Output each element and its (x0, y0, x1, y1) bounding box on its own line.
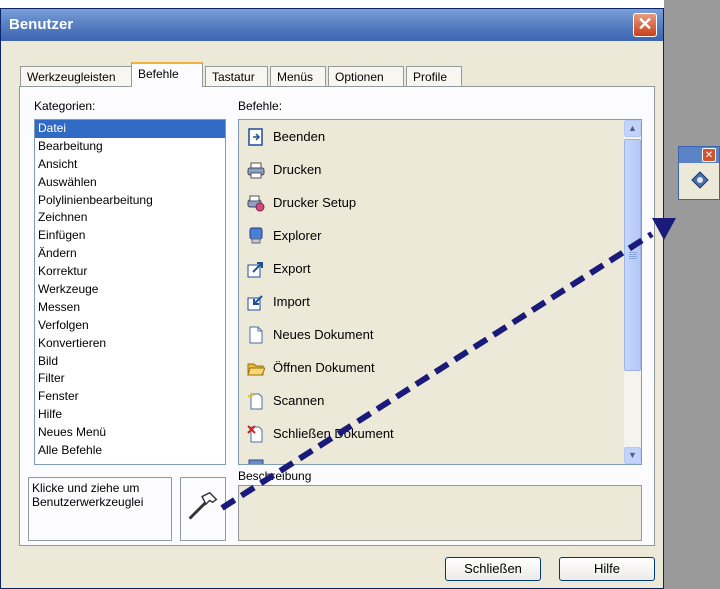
help-button[interactable]: Hilfe (559, 557, 655, 581)
custom-tool-icon[interactable] (689, 169, 711, 191)
import-icon (247, 295, 263, 311)
category-item[interactable]: Hilfe (35, 406, 225, 424)
category-item[interactable]: Zeichnen (35, 209, 225, 227)
floating-toolbar-titlebar[interactable]: ✕ (679, 147, 719, 163)
command-item-drucker-setup[interactable]: Drucker Setup (239, 186, 641, 219)
command-label: Scannen (273, 393, 325, 408)
command-item-export[interactable]: Export (239, 252, 641, 285)
close-button[interactable]: Schließen (445, 557, 541, 581)
command-item-schliessen-dokument[interactable]: Schließen Dokument (239, 417, 641, 450)
dialog-titlebar[interactable]: Benutzer ✕ (1, 9, 663, 41)
dialog-title: Benutzer (9, 16, 74, 33)
category-item[interactable]: Auswählen (35, 174, 225, 192)
command-item-drucken[interactable]: Drucken (239, 153, 641, 186)
category-item[interactable]: Messen (35, 299, 225, 317)
drag-hint-box: Klicke und ziehe um Benutzerwerkzeuglei (28, 477, 172, 541)
close-icon[interactable]: ✕ (633, 13, 657, 37)
description-label: Beschreibung (238, 469, 312, 483)
category-item[interactable]: Einfügen (35, 227, 225, 245)
command-item-beenden[interactable]: Beenden (239, 120, 641, 153)
desktop-background (664, 0, 720, 589)
tab-profile[interactable]: Profile (406, 66, 462, 87)
command-label: Öffnen Dokument (273, 360, 375, 375)
command-item-scannen[interactable]: Scannen (239, 384, 641, 417)
save-icon (248, 459, 264, 464)
floating-toolbar: ✕ (678, 146, 720, 200)
category-item[interactable]: Konvertieren (35, 335, 225, 353)
scan-icon (247, 392, 263, 410)
commands-label: Befehle: (238, 99, 283, 113)
scroll-thumb[interactable] (624, 139, 641, 371)
tab-menues[interactable]: Menüs (270, 66, 326, 87)
close-icon[interactable]: ✕ (702, 148, 716, 162)
category-item[interactable]: Werkzeuge (35, 281, 225, 299)
command-label: Neues Dokument (273, 327, 374, 342)
command-item-neues-dokument[interactable]: Neues Dokument (239, 318, 641, 351)
command-label: Beenden (273, 129, 326, 144)
explorer-icon (249, 227, 263, 244)
category-item[interactable]: Datei (35, 120, 225, 138)
command-label: Drucken (273, 162, 322, 177)
scroll-down-icon[interactable]: ▼ (624, 447, 641, 464)
hammer-icon (188, 491, 218, 520)
category-item[interactable]: Polylinienbearbeitung (35, 192, 225, 210)
category-item[interactable]: Fenster (35, 388, 225, 406)
command-item-explorer[interactable]: Explorer (239, 219, 641, 252)
command-label: Import (273, 294, 310, 309)
category-item[interactable]: Filter (35, 370, 225, 388)
customize-dialog: Benutzer ✕ Werkzeugleisten Befehle Tasta… (0, 8, 664, 589)
scroll-up-icon[interactable]: ▲ (624, 120, 641, 137)
command-item-oeffnen-dokument[interactable]: Öffnen Dokument (239, 351, 641, 384)
command-label: Explorer (273, 228, 322, 243)
categories-list[interactable]: Datei Bearbeitung Ansicht Auswählen Poly… (34, 119, 226, 465)
commands-scrollbar[interactable]: ▲ ▼ (624, 120, 641, 464)
grip-line (629, 252, 637, 253)
description-box (238, 485, 642, 541)
export-icon (247, 262, 263, 278)
tab-tastatur[interactable]: Tastatur (205, 66, 268, 87)
category-item[interactable]: Bild (35, 353, 225, 371)
commands-list[interactable]: Beenden Drucken Drucker Setup Explorer E… (238, 119, 642, 465)
category-item[interactable]: Alle Befehle (35, 442, 225, 460)
command-label: Export (273, 261, 311, 276)
grip-line (629, 256, 637, 257)
tab-werkzeugleisten[interactable]: Werkzeugleisten (20, 66, 132, 87)
categories-label: Kategorien: (34, 99, 96, 113)
category-item[interactable]: Ändern (35, 245, 225, 263)
category-item[interactable]: Korrektur (35, 263, 225, 281)
command-item-import[interactable]: Import (239, 285, 641, 318)
tab-optionen[interactable]: Optionen (328, 66, 404, 87)
command-label: Schließen Dokument (273, 426, 394, 441)
category-item[interactable]: Bearbeitung (35, 138, 225, 156)
grip-line (629, 254, 637, 255)
category-item[interactable]: Neues Menü (35, 424, 225, 442)
command-label: Drucker Setup (273, 195, 357, 210)
printer-setup-icon (247, 195, 265, 212)
drag-hint-text: Klicke und ziehe um Benutzerwerkzeuglei (32, 481, 144, 509)
category-item[interactable]: Ansicht (35, 156, 225, 174)
exit-icon (248, 128, 263, 146)
category-item[interactable]: Verfolgen (35, 317, 225, 335)
close-document-icon (247, 425, 263, 443)
open-folder-icon (247, 363, 265, 376)
print-icon (247, 162, 265, 179)
tab-befehle[interactable]: Befehle (131, 62, 203, 87)
command-item-partial[interactable] (239, 450, 641, 464)
tab-panel-befehle: Kategorien: Befehle: Datei Bearbeitung A… (19, 86, 655, 546)
new-document-icon (249, 326, 263, 344)
draggable-tool-button[interactable] (180, 477, 226, 541)
grip-line (629, 258, 637, 259)
